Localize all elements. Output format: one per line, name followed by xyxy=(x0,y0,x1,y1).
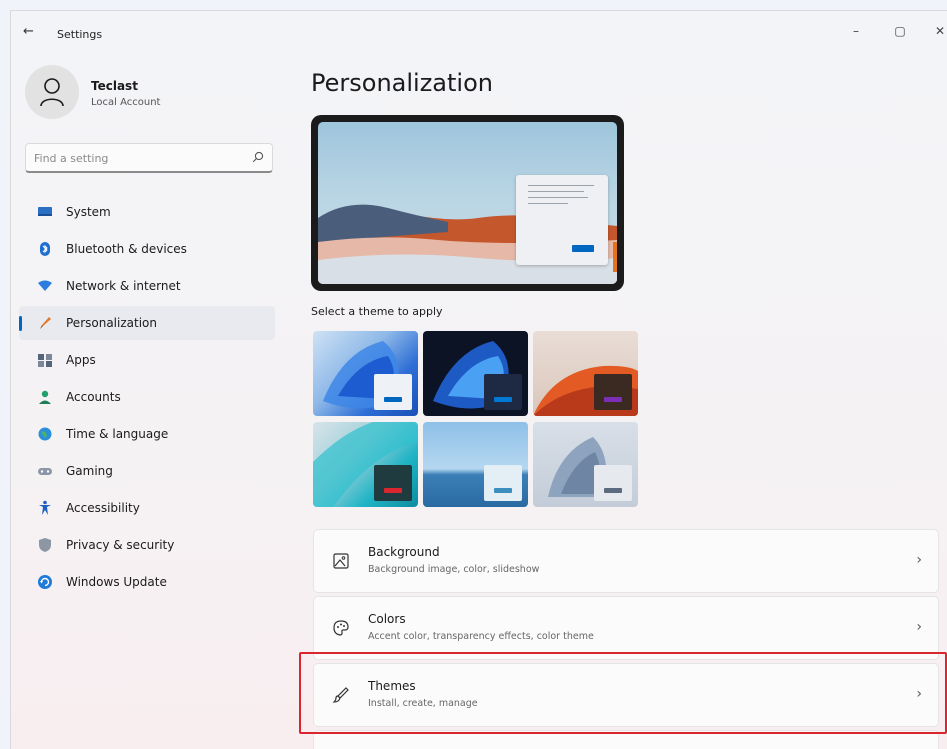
theme-mini-accent xyxy=(494,397,512,402)
theme-mini-window xyxy=(484,374,522,410)
preview-accent-edge xyxy=(613,242,617,272)
sidebar-item-label: Apps xyxy=(66,353,96,367)
theme-thumbnail[interactable] xyxy=(423,422,528,507)
sidebar-nav: System Bluetooth & devices Network & int… xyxy=(19,195,275,602)
preview-accent-button xyxy=(572,245,594,252)
theme-thumbnail[interactable] xyxy=(533,331,638,416)
sidebar-item-label: Gaming xyxy=(66,464,113,478)
active-indicator xyxy=(19,316,22,331)
apps-icon xyxy=(38,354,52,367)
palette-icon xyxy=(333,620,349,636)
sidebar-item-label: Windows Update xyxy=(66,575,167,589)
sidebar-item-label: Time & language xyxy=(66,427,169,441)
theme-mini-accent xyxy=(494,488,512,493)
sidebar-item-accounts[interactable]: Accounts xyxy=(19,380,275,414)
sidebar-item-bluetooth[interactable]: Bluetooth & devices xyxy=(19,232,275,266)
bluetooth-icon xyxy=(40,242,50,256)
preview-window xyxy=(516,175,608,265)
card-title: Colors xyxy=(368,612,406,626)
account-name: Teclast xyxy=(91,79,138,93)
network-icon xyxy=(38,280,52,291)
avatar[interactable] xyxy=(25,65,79,119)
app-title: Settings xyxy=(57,28,103,41)
accounts-icon xyxy=(39,390,51,404)
chevron-right-icon: › xyxy=(916,619,922,635)
card-subtitle: Accent color, transparency effects, colo… xyxy=(368,631,594,642)
update-icon xyxy=(38,575,52,589)
sidebar-item-apps[interactable]: Apps xyxy=(19,343,275,377)
theme-mini-window xyxy=(374,465,412,501)
preview-line xyxy=(528,191,584,192)
sidebar-item-privacy[interactable]: Privacy & security xyxy=(19,528,275,562)
card-title: Background xyxy=(368,545,440,559)
theme-heading: Select a theme to apply xyxy=(311,305,443,318)
theme-mini-accent xyxy=(384,397,402,402)
preview-wallpaper xyxy=(318,122,617,284)
theme-mini-window xyxy=(374,374,412,410)
image-icon xyxy=(333,553,349,569)
close-button[interactable]: ✕ xyxy=(925,19,947,43)
account-type: Local Account xyxy=(91,97,161,108)
theme-mini-accent xyxy=(384,488,402,493)
settings-window: ← Settings – ▢ ✕ Teclast Local Account S… xyxy=(10,10,947,749)
highlight-box xyxy=(299,652,947,734)
card-subtitle: Background image, color, slideshow xyxy=(368,564,540,575)
theme-mini-accent xyxy=(604,397,622,402)
theme-thumbnail[interactable] xyxy=(533,422,638,507)
sidebar-item-label: Accessibility xyxy=(66,501,140,515)
search-input[interactable] xyxy=(34,149,234,167)
sidebar-item-label: System xyxy=(66,205,111,219)
title-bar: ← Settings – ▢ ✕ xyxy=(11,11,947,51)
sidebar-item-time-language[interactable]: Time & language xyxy=(19,417,275,451)
theme-thumbnail[interactable] xyxy=(313,422,418,507)
theme-mini-window xyxy=(594,465,632,501)
sidebar-item-personalization[interactable]: Personalization xyxy=(19,306,275,340)
sidebar-item-label: Accounts xyxy=(66,390,121,404)
sidebar-item-network[interactable]: Network & internet xyxy=(19,269,275,303)
preview-line xyxy=(528,197,588,198)
search-box[interactable] xyxy=(25,143,273,173)
background-card[interactable]: Background Background image, color, slid… xyxy=(313,529,939,593)
personalization-icon xyxy=(40,317,51,329)
theme-thumbnail[interactable] xyxy=(423,331,528,416)
sidebar-item-accessibility[interactable]: Accessibility xyxy=(19,491,275,525)
sidebar-item-label: Bluetooth & devices xyxy=(66,242,187,256)
globe-icon xyxy=(38,427,52,441)
sidebar-item-label: Privacy & security xyxy=(66,538,175,552)
theme-mini-window xyxy=(484,465,522,501)
maximize-button[interactable]: ▢ xyxy=(885,19,915,43)
theme-mini-window xyxy=(594,374,632,410)
sidebar-item-gaming[interactable]: Gaming xyxy=(19,454,275,488)
shield-icon xyxy=(39,538,51,552)
sidebar-item-label: Network & internet xyxy=(66,279,181,293)
sidebar-item-system[interactable]: System xyxy=(19,195,275,229)
minimize-button[interactable]: – xyxy=(841,19,871,43)
accessibility-icon xyxy=(39,500,51,515)
theme-preview xyxy=(311,115,624,291)
system-icon xyxy=(38,207,52,216)
back-button[interactable]: ← xyxy=(23,25,39,39)
sidebar-item-label: Personalization xyxy=(66,316,157,330)
preview-line xyxy=(528,185,594,186)
search-icon[interactable] xyxy=(252,151,264,163)
theme-mini-accent xyxy=(604,488,622,493)
preview-line xyxy=(528,203,568,204)
theme-thumbnail[interactable] xyxy=(313,331,418,416)
gamepad-icon xyxy=(38,468,52,475)
user-icon xyxy=(40,78,64,107)
chevron-right-icon: › xyxy=(916,552,922,568)
colors-card[interactable]: Colors Accent color, transparency effect… xyxy=(313,596,939,660)
page-title: Personalization xyxy=(311,69,493,97)
sidebar-item-windows-update[interactable]: Windows Update xyxy=(19,565,275,599)
